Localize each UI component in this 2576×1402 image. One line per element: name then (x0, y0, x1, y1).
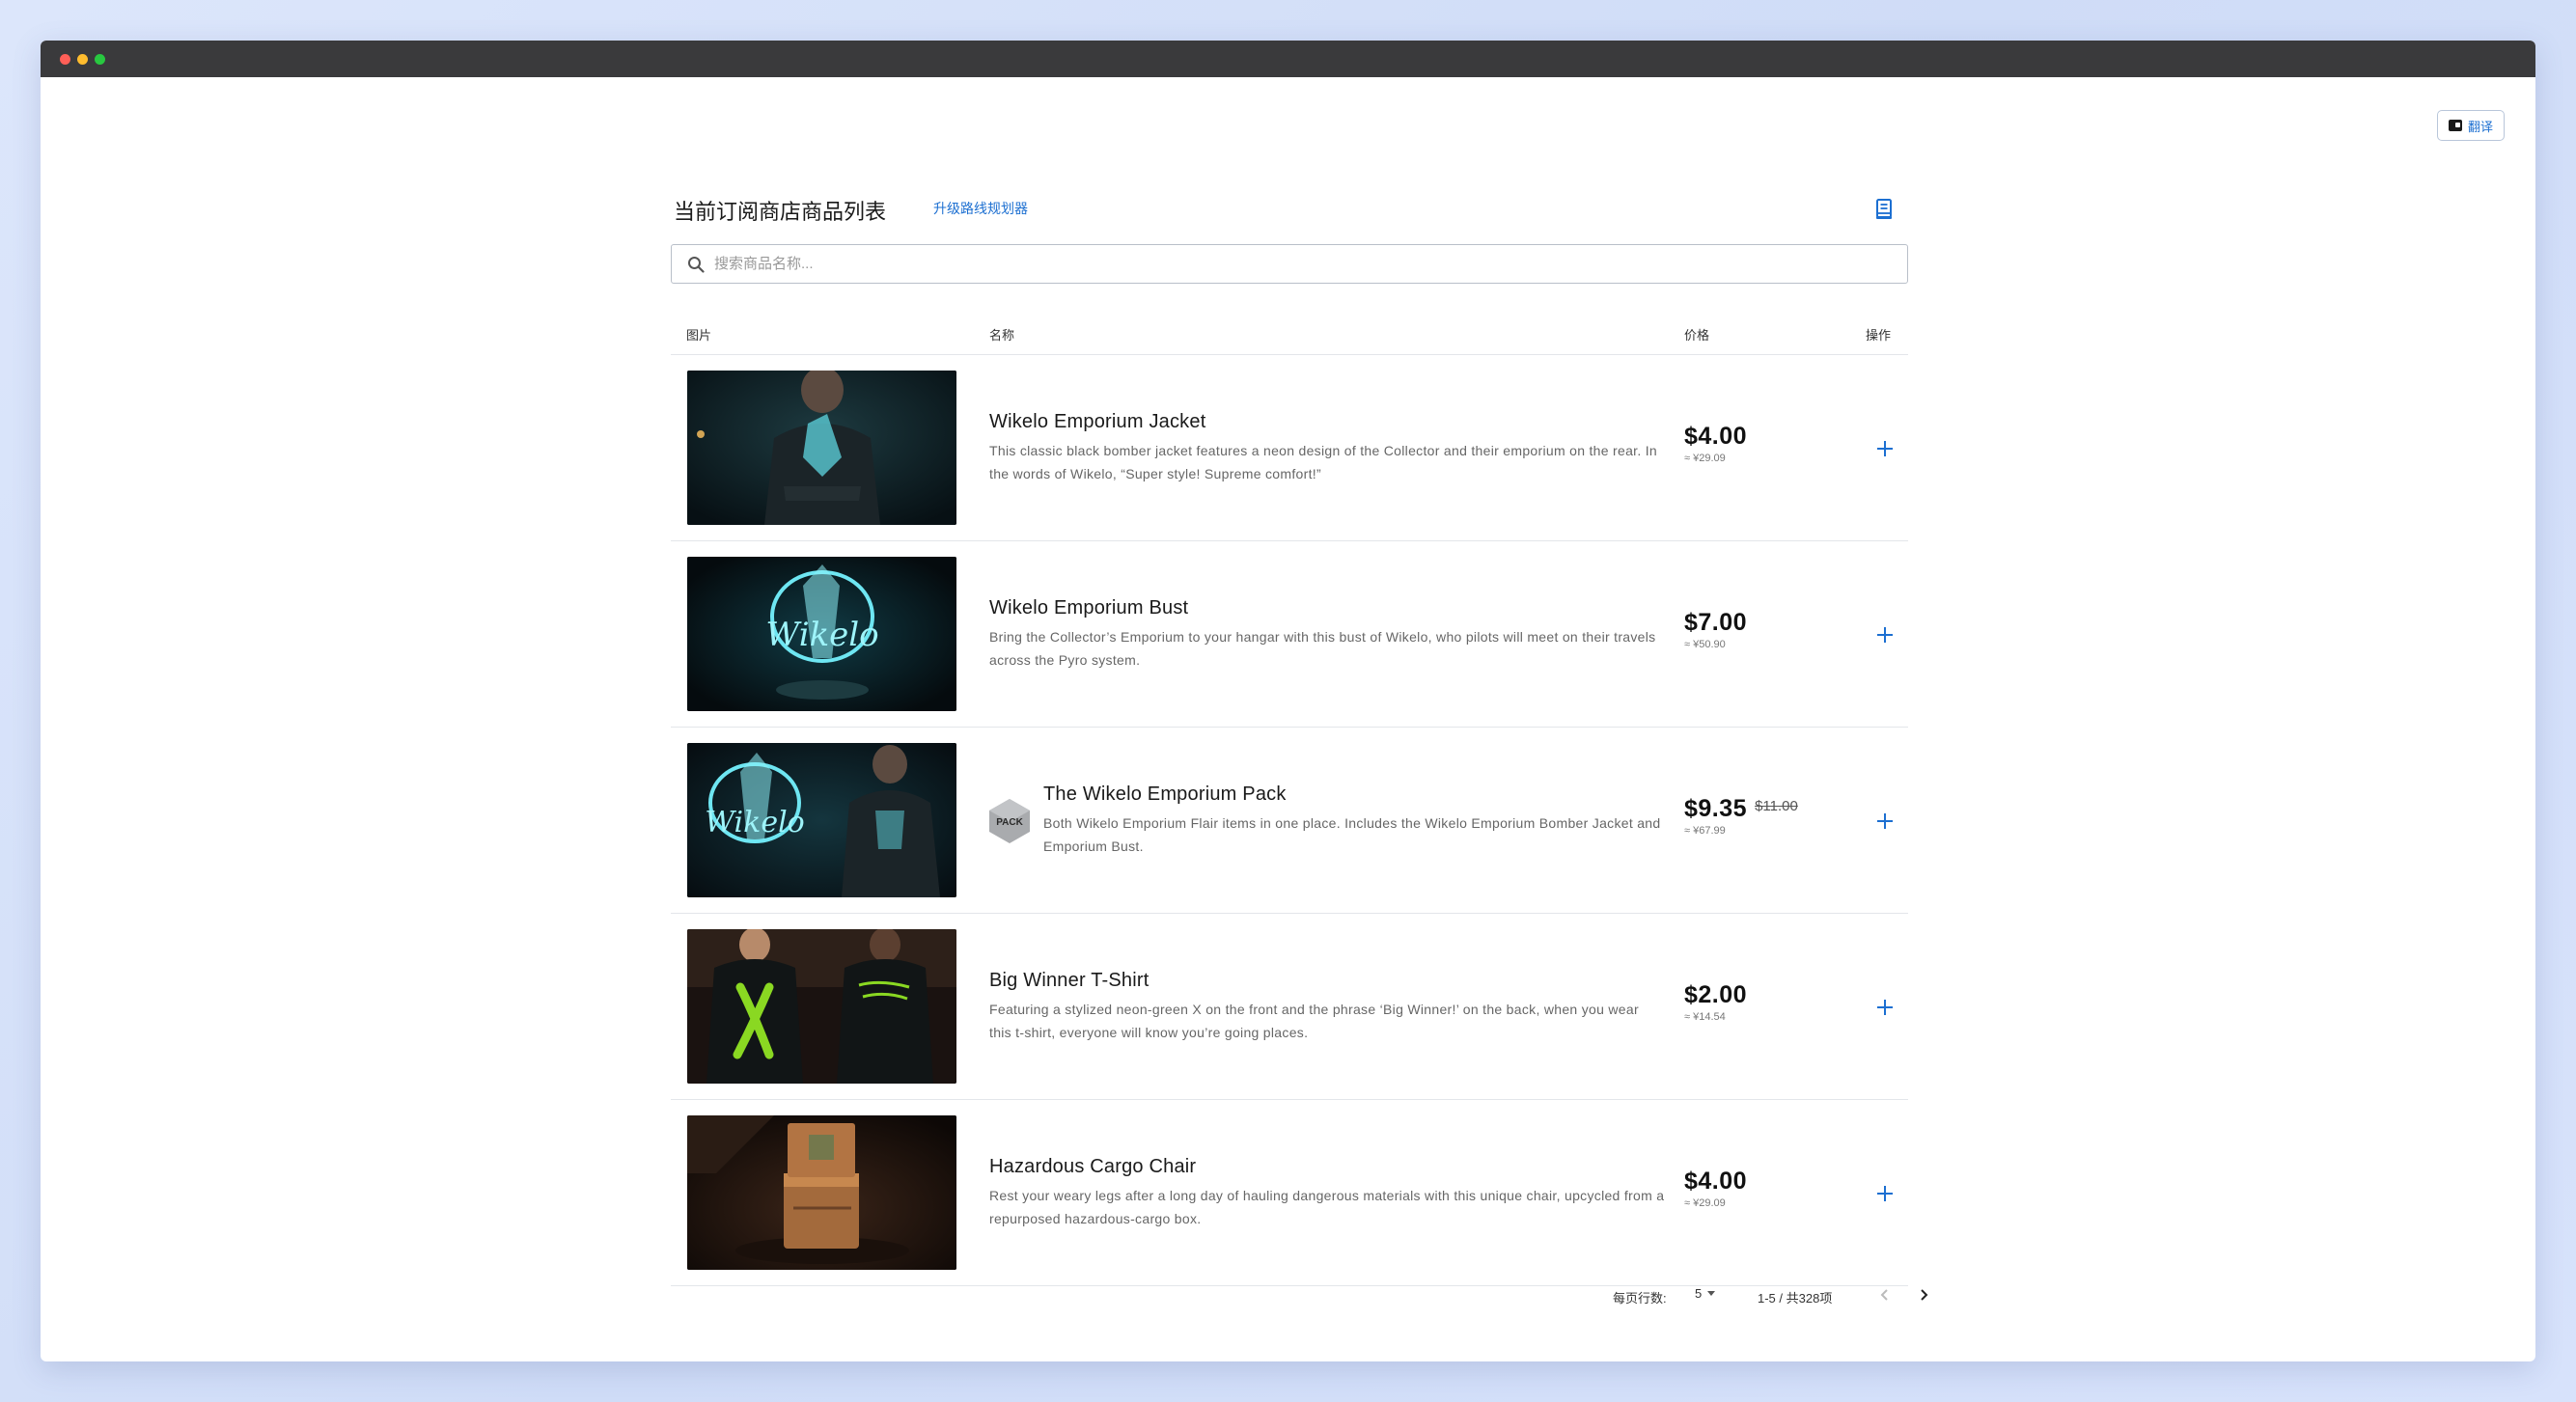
product-info: Hazardous Cargo Chair Rest your weary le… (989, 1156, 1665, 1230)
product-price-cny: ≈ ¥67.99 (1684, 825, 1726, 837)
product-price-cny: ≈ ¥50.90 (1684, 639, 1726, 650)
table-header: 图片 名称 价格 操作 (671, 284, 1908, 355)
product-description: Rest your weary legs after a long day of… (989, 1188, 1665, 1226)
minimize-window-button[interactable] (77, 54, 88, 65)
product-name[interactable]: Wikelo Emporium Bust (989, 597, 1665, 619)
rows-per-page-value: 5 (1695, 1286, 1703, 1301)
product-price: $9.35 (1684, 795, 1748, 822)
add-to-cart-button[interactable] (1874, 1183, 1896, 1204)
product-description: This classic black bomber jacket feature… (989, 443, 1657, 481)
product-image-logo-text: Wikelo (705, 806, 805, 839)
table-row: Hazardous Cargo Chair Rest your weary le… (671, 1100, 1908, 1286)
product-price: $2.00 (1684, 981, 1748, 1008)
column-header-image: 图片 (686, 328, 712, 343)
product-info: Wikelo Emporium Bust Bring the Collector… (989, 597, 1665, 672)
search-bar[interactable] (671, 244, 1908, 284)
column-header-price: 价格 (1684, 328, 1710, 343)
product-name[interactable]: Big Winner T-Shirt (989, 970, 1665, 992)
product-description: Both Wikelo Emporium Flair items in one … (1043, 815, 1661, 854)
price-cell: $9.35 $11.00 ≈ ¥67.99 (1684, 795, 1798, 837)
table-row: Big Winner T-Shirt Featuring a stylized … (671, 914, 1908, 1100)
product-image[interactable]: Wikelo (687, 743, 956, 897)
price-cell: $2.00 ≈ ¥14.54 (1684, 981, 1747, 1023)
page-title: 当前订阅商店商品列表 (674, 200, 887, 224)
product-description: Bring the Collector’s Emporium to your h… (989, 629, 1656, 668)
add-to-cart-button[interactable] (1874, 997, 1896, 1018)
column-header-action: 操作 (1866, 328, 1892, 343)
table-pagination: 每页行数: 5 1-5 / 共328项 (671, 1282, 1928, 1311)
page-header: 当前订阅商店商品列表 升级路线规划器 (671, 147, 1908, 224)
previous-page-button[interactable] (1877, 1286, 1893, 1304)
product-image[interactable] (687, 371, 956, 525)
rows-per-page-select[interactable]: 5 (1695, 1286, 1716, 1301)
product-name[interactable]: The Wikelo Emporium Pack (1043, 783, 1661, 806)
product-description: Featuring a stylized neon-green X on the… (989, 1002, 1639, 1040)
maximize-window-button[interactable] (95, 54, 105, 65)
chevron-down-icon (1707, 1291, 1716, 1296)
product-image[interactable] (687, 1115, 956, 1270)
pack-badge-label: PACK (996, 817, 1023, 828)
translate-button[interactable]: 翻译 (2437, 110, 2505, 141)
search-input[interactable] (714, 256, 1872, 272)
price-cell: $4.00 ≈ ¥29.09 (1684, 423, 1747, 464)
translate-label: 翻译 (2467, 119, 2493, 134)
table-row: Wikelo Wikelo Emporium Bust Bring the Co… (671, 541, 1908, 728)
translate-icon (2448, 120, 2462, 131)
product-price: $7.00 (1684, 609, 1748, 636)
table-row: Wikelo PACK The Wikelo Emporium Pack Bot… (671, 728, 1908, 914)
price-cell: $7.00 ≈ ¥50.90 (1684, 609, 1747, 650)
product-price-cny: ≈ ¥29.09 (1684, 1197, 1726, 1209)
product-name[interactable]: Hazardous Cargo Chair (989, 1156, 1665, 1178)
product-price-cny: ≈ ¥29.09 (1684, 453, 1726, 464)
product-price-cny: ≈ ¥14.54 (1684, 1011, 1726, 1023)
product-price: $4.00 (1684, 1168, 1748, 1195)
rows-per-page-label: 每页行数: (1613, 1291, 1667, 1306)
product-original-price: $11.00 (1755, 798, 1798, 814)
product-price: $4.00 (1684, 423, 1748, 450)
pagination-range: 1-5 / 共328项 (1758, 1291, 1833, 1306)
product-image[interactable] (687, 929, 956, 1084)
add-to-cart-button[interactable] (1874, 811, 1896, 832)
product-image-logo-text: Wikelo (765, 616, 878, 654)
price-cell: $4.00 ≈ ¥29.09 (1684, 1168, 1747, 1209)
document-icon[interactable] (1875, 199, 1893, 220)
product-info: Big Winner T-Shirt Featuring a stylized … (989, 970, 1665, 1044)
table-row: Wikelo Emporium Jacket This classic blac… (671, 355, 1908, 541)
add-to-cart-button[interactable] (1874, 438, 1896, 459)
product-info: The Wikelo Emporium Pack Both Wikelo Emp… (1043, 783, 1661, 858)
product-image[interactable]: Wikelo (687, 557, 956, 711)
product-table-body: Wikelo Emporium Jacket This classic blac… (671, 355, 1908, 1286)
product-list-panel: 当前订阅商店商品列表 升级路线规划器 图片 名称 价格 操作 (671, 147, 1928, 1306)
close-window-button[interactable] (60, 54, 70, 65)
browser-window: 翻译 当前订阅商店商品列表 升级路线规划器 图片 名称 价格 操 (41, 41, 2535, 1361)
search-icon (688, 256, 705, 273)
next-page-button[interactable] (1916, 1286, 1931, 1304)
upgrade-planner-link[interactable]: 升级路线规划器 (933, 199, 1028, 218)
add-to-cart-button[interactable] (1874, 624, 1896, 646)
pack-badge-icon: PACK (989, 799, 1030, 843)
product-name[interactable]: Wikelo Emporium Jacket (989, 411, 1665, 433)
product-info: Wikelo Emporium Jacket This classic blac… (989, 411, 1665, 485)
window-titlebar (41, 41, 2535, 77)
column-header-name: 名称 (989, 328, 1015, 343)
